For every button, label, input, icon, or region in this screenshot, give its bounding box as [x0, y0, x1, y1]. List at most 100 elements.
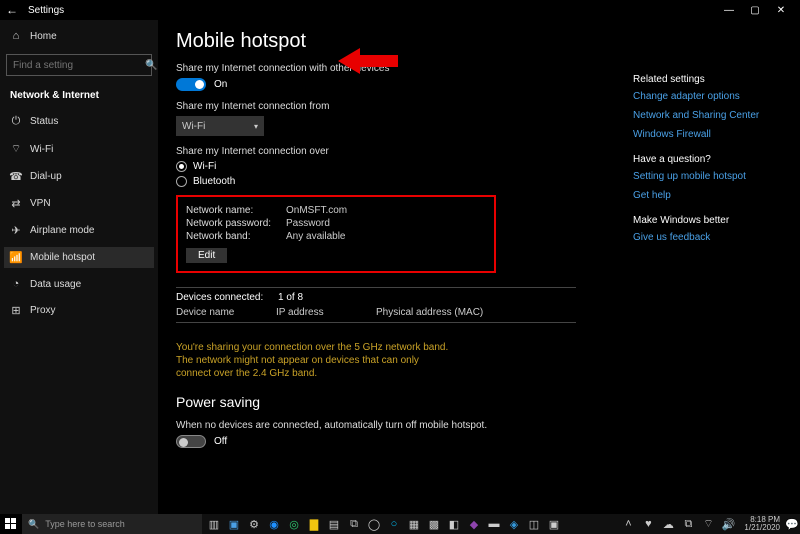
sidebar-item-label: VPN: [30, 198, 51, 209]
sidebar-item-label: Mobile hotspot: [30, 252, 95, 263]
minimize-button[interactable]: —: [716, 0, 742, 20]
taskbar: 🔍 Type here to search ▥ ▣ ⚙ ◉ ◎ ▇ ▤ ⧉ ◯ …: [0, 514, 800, 534]
app-icon[interactable]: ▬: [486, 516, 502, 532]
wifi-icon: ⌔: [10, 142, 22, 156]
sidebar-item-proxy[interactable]: ⊞ Proxy: [4, 300, 154, 321]
system-tray[interactable]: ˄ ♥ ☁ ⧉ ⌔ 🔊: [616, 516, 740, 532]
app-icon[interactable]: ▣: [226, 516, 242, 532]
net-pass-key: Network password:: [186, 218, 276, 229]
edit-button[interactable]: Edit: [186, 248, 227, 263]
devices-table: Devices connected: 1 of 8 Device name IP…: [176, 287, 576, 323]
sidebar-item-label: Airplane mode: [30, 225, 94, 236]
search-icon: 🔍: [28, 519, 39, 530]
link-adapter-options[interactable]: Change adapter options: [633, 91, 782, 102]
onedrive-icon[interactable]: ☁: [660, 516, 676, 532]
network-details-box: Network name:OnMSFT.com Network password…: [176, 195, 496, 273]
tray-chevron-icon[interactable]: ˄: [620, 516, 636, 532]
network-icon[interactable]: ⧉: [680, 516, 696, 532]
over-radio-wifi[interactable]: Wi-Fi: [176, 161, 603, 172]
right-column: Related settings Change adapter options …: [633, 30, 782, 504]
share-label: Share my Internet connection with other …: [176, 63, 603, 74]
related-heading: Related settings: [633, 74, 782, 85]
maximize-button[interactable]: ▢: [742, 0, 768, 20]
start-button[interactable]: [0, 514, 22, 534]
link-get-help[interactable]: Get help: [633, 190, 782, 201]
band-note: You're sharing your connection over the …: [176, 341, 456, 380]
proxy-icon: ⊞: [10, 304, 22, 317]
app-icon[interactable]: ▤: [326, 516, 342, 532]
volume-icon[interactable]: 🔊: [720, 516, 736, 532]
sidebar-item-vpn[interactable]: ⇄ VPN: [4, 193, 154, 214]
chevron-down-icon: ▾: [254, 122, 258, 131]
sidebar-item-label: Data usage: [30, 279, 81, 290]
app-icon[interactable]: ◆: [466, 516, 482, 532]
explorer-icon[interactable]: ▇: [306, 516, 322, 532]
sidebar-item-dialup[interactable]: ☎ Dial-up: [4, 166, 154, 187]
taskbar-search[interactable]: 🔍 Type here to search: [22, 514, 202, 534]
from-label: Share my Internet connection from: [176, 101, 603, 112]
over-option-label: Wi-Fi: [193, 161, 216, 172]
taskbar-clock[interactable]: 8:18 PM 1/21/2020: [740, 516, 784, 532]
net-name-key: Network name:: [186, 205, 276, 216]
over-option-label: Bluetooth: [193, 176, 235, 187]
back-button[interactable]: ←: [6, 3, 20, 17]
tray-icon[interactable]: ♥: [640, 516, 656, 532]
sidebar-item-status[interactable]: ⏻ Status: [4, 111, 154, 132]
power-label: When no devices are connected, automatic…: [176, 420, 603, 431]
sidebar-item-hotspot[interactable]: 📶 Mobile hotspot: [4, 247, 154, 268]
vpn-icon: ⇄: [10, 197, 22, 210]
power-toggle-state: Off: [214, 436, 227, 447]
link-sharing-center[interactable]: Network and Sharing Center: [633, 110, 782, 121]
search-input[interactable]: [13, 60, 145, 71]
sidebar-item-airplane[interactable]: ✈ Airplane mode: [4, 220, 154, 241]
col-device-name: Device name: [176, 307, 276, 318]
sidebar-item-label: Dial-up: [30, 171, 62, 182]
col-ip: IP address: [276, 307, 376, 318]
link-setup-hotspot[interactable]: Setting up mobile hotspot: [633, 171, 782, 182]
dialup-icon: ☎: [10, 170, 22, 183]
question-heading: Have a question?: [633, 154, 782, 165]
home-label: Home: [30, 31, 57, 42]
main-content: Mobile hotspot Share my Internet connect…: [176, 30, 603, 504]
airplane-icon: ✈: [10, 224, 22, 237]
sidebar-item-wifi[interactable]: ⌔ Wi-Fi: [4, 138, 154, 160]
hotspot-icon: 📶: [10, 251, 22, 264]
settings-icon[interactable]: ⚙: [246, 516, 262, 532]
datausage-icon: ◔: [10, 278, 22, 290]
close-button[interactable]: ✕: [768, 0, 794, 20]
edge-icon[interactable]: ◉: [266, 516, 282, 532]
status-icon: ⏻: [10, 115, 22, 128]
window-title: Settings: [28, 5, 64, 16]
cortana-icon[interactable]: ○: [386, 516, 402, 532]
app-icon[interactable]: ◫: [526, 516, 542, 532]
app-icon[interactable]: ◈: [506, 516, 522, 532]
from-select[interactable]: Wi-Fi ▾: [176, 116, 264, 136]
sidebar-section: Network & Internet: [4, 86, 154, 105]
over-radio-bluetooth[interactable]: Bluetooth: [176, 176, 603, 187]
app-icon[interactable]: ◧: [446, 516, 462, 532]
taskbar-apps: ▥ ▣ ⚙ ◉ ◎ ▇ ▤ ⧉ ◯ ○ ▦ ▩ ◧ ◆ ▬ ◈ ◫ ▣: [202, 516, 566, 532]
task-view-icon[interactable]: ▥: [206, 516, 222, 532]
link-firewall[interactable]: Windows Firewall: [633, 129, 782, 140]
xbox-icon[interactable]: ◯: [366, 516, 382, 532]
app-icon[interactable]: ⧉: [346, 516, 362, 532]
browser-icon[interactable]: ◎: [286, 516, 302, 532]
app-icon[interactable]: ▣: [546, 516, 562, 532]
share-toggle-state: On: [214, 79, 227, 90]
col-mac: Physical address (MAC): [376, 307, 536, 318]
over-label: Share my Internet connection over: [176, 146, 603, 157]
link-feedback[interactable]: Give us feedback: [633, 232, 782, 243]
power-saving-heading: Power saving: [176, 394, 603, 410]
power-toggle[interactable]: [176, 435, 206, 448]
action-center-icon[interactable]: 💬: [784, 516, 800, 532]
app-icon[interactable]: ▩: [426, 516, 442, 532]
home-button[interactable]: ⌂ Home: [4, 26, 154, 46]
app-icon[interactable]: ▦: [406, 516, 422, 532]
devices-val: 1 of 8: [278, 292, 303, 303]
home-icon: ⌂: [10, 30, 22, 42]
share-toggle[interactable]: [176, 78, 206, 91]
find-setting-search[interactable]: 🔍: [6, 54, 152, 76]
sidebar-item-label: Status: [30, 116, 58, 127]
wifi-icon[interactable]: ⌔: [700, 516, 716, 532]
sidebar-item-datausage[interactable]: ◔ Data usage: [4, 274, 154, 294]
